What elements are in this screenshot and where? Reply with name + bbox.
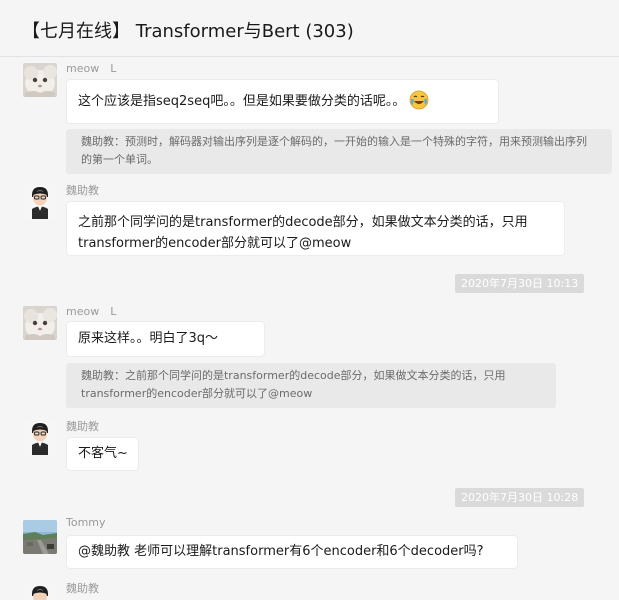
avatar-wei-assistant[interactable] <box>23 584 57 600</box>
sender-name: meow L <box>66 62 117 75</box>
avatar-meow[interactable] <box>23 63 57 97</box>
sender-name: Tommy <box>66 516 106 529</box>
message-text: 原来这样。。明白了3q～ <box>78 331 219 346</box>
avatar-tommy[interactable] <box>23 520 57 554</box>
message-bubble[interactable]: 原来这样。。明白了3q～ <box>66 321 265 357</box>
timestamp: 2020年7月30日 10:28 <box>455 488 585 507</box>
message-text: 不客气~ <box>78 446 128 461</box>
sender-name: 魏助教 <box>66 582 99 595</box>
chat-header: 【七月在线】 Transformer与Bert (303) <box>0 0 619 57</box>
message-list[interactable]: meow L 这个应该是指seq2seq吧。。但是如果要做分类的话呢。。 魏助教… <box>0 57 619 600</box>
quoted-message[interactable]: 魏助教：之前那个同学问的是transformer的decode部分，如果做文本分… <box>66 363 556 408</box>
message-bubble[interactable]: @魏助教 老师可以理解transformer有6个encoder和6个decod… <box>66 535 518 569</box>
sender-name: meow L <box>66 305 117 318</box>
message-text: 这个应该是指seq2seq吧。。但是如果要做分类的话呢。。 <box>78 94 406 109</box>
chat-title: 【七月在线】 Transformer与Bert (303) <box>22 21 354 42</box>
avatar-wei-assistant[interactable] <box>23 421 57 455</box>
quoted-message[interactable]: 魏助教：预测时，解码器对输出序列是逐个解码的，一开始的输入是一个特殊的字符，用来… <box>66 129 612 174</box>
sender-name: 魏助教 <box>66 184 99 197</box>
sender-name: 魏助教 <box>66 420 99 433</box>
crying-laughing-emoji-icon <box>409 90 429 110</box>
avatar-wei-assistant[interactable] <box>23 185 57 219</box>
message-bubble[interactable]: 这个应该是指seq2seq吧。。但是如果要做分类的话呢。。 <box>66 79 499 124</box>
message-bubble[interactable]: 之前那个同学问的是transformer的decode部分，如果做文本分类的话，… <box>66 201 565 256</box>
avatar-meow[interactable] <box>23 306 57 340</box>
message-text: @魏助教 老师可以理解transformer有6个encoder和6个decod… <box>78 544 484 559</box>
message-bubble[interactable]: 不客气~ <box>66 437 139 471</box>
timestamp: 2020年7月30日 10:13 <box>455 274 585 293</box>
message-text: 之前那个同学问的是transformer的decode部分，如果做文本分类的话，… <box>78 215 528 251</box>
